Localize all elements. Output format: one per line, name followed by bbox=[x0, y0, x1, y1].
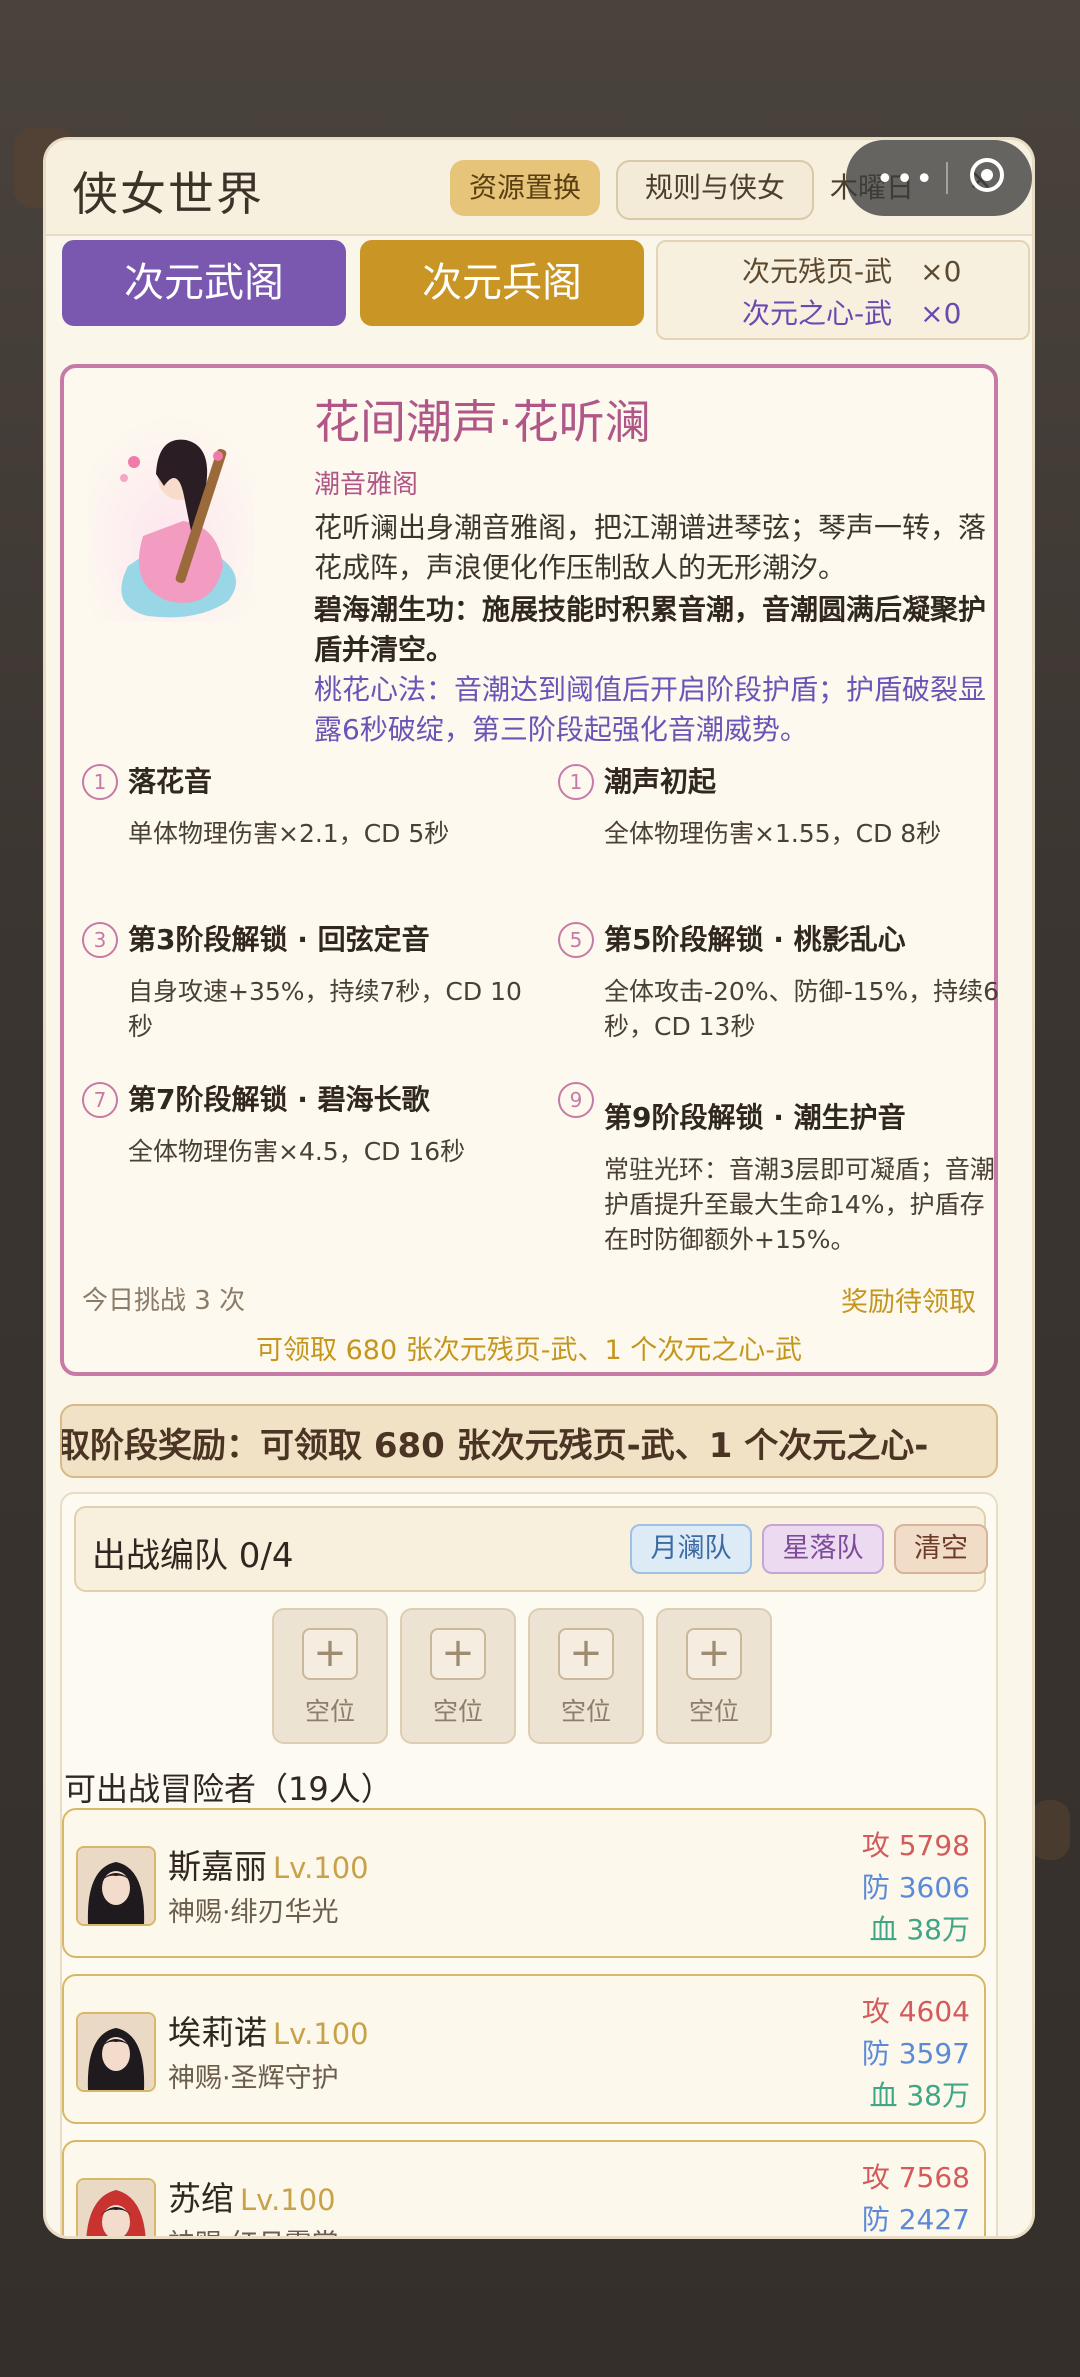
more-icon[interactable]: ••• bbox=[876, 162, 935, 197]
adventurer-attack: 攻 7568 bbox=[861, 2161, 970, 2194]
adventurer-level: Lv.100 bbox=[273, 2017, 369, 2051]
adventurer-title: 神赐·圣辉守护 bbox=[168, 2063, 339, 2094]
empty-slot[interactable]: + 空位 bbox=[656, 1608, 772, 1744]
reward-status-link[interactable]: 奖励待领取 bbox=[841, 1280, 976, 1319]
plus-icon: + bbox=[430, 1628, 486, 1680]
adventurer-name-line: 斯嘉丽 Lv.100 bbox=[168, 1840, 369, 1888]
formation-title: 出战编队 0/4 bbox=[92, 1536, 294, 1576]
skill-name: 潮声初起 bbox=[604, 765, 717, 798]
page-title: 侠女世界 bbox=[72, 167, 264, 221]
adventurer-card[interactable]: 苏绾Lv.100 神赐·红月霓裳 攻 7568 防 2427 bbox=[62, 2140, 986, 2236]
skill-level-badge: 5 bbox=[558, 922, 594, 958]
skill-level-badge: 1 bbox=[82, 764, 118, 800]
reward-banner[interactable]: 取阶段奖励：可领取 680 张次元残页-武、1 个次元之心- bbox=[60, 1404, 998, 1478]
adventurer-avatar bbox=[76, 1846, 156, 1926]
adventurer-level: Lv.100 bbox=[240, 2183, 336, 2217]
skill-level-badge: 3 bbox=[82, 922, 118, 958]
adventurer-name-line: 苏绾 Lv.100 bbox=[168, 2172, 336, 2220]
skill-effect: 全体攻击-20%、防御-15%，持续6秒，CD 13秒 bbox=[604, 977, 1000, 1041]
adventurer-name: 斯嘉丽 bbox=[168, 1847, 267, 1886]
hero-faction: 潮音雅阁 bbox=[314, 470, 419, 500]
slot-label: 空位 bbox=[432, 1697, 483, 1726]
reward-detail: 可领取 680 张次元残页-武、1 个次元之心-武 bbox=[256, 1335, 802, 1366]
available-adventurers-title: 可出战冒险者（19人） bbox=[64, 1770, 393, 1808]
adventurer-avatar bbox=[76, 2012, 156, 2092]
team-section: 出战编队 0/4 月澜队 星落队 清空 + 空位 + 空位 + 空位 + 空位 … bbox=[60, 1492, 998, 2236]
adventurer-attack: 攻 5798 bbox=[861, 1829, 970, 1862]
clear-formation-button[interactable]: 清空 bbox=[894, 1524, 988, 1574]
skill-name: 落花音 bbox=[128, 765, 213, 798]
slot-label: 空位 bbox=[304, 1697, 355, 1726]
skill-name: 第5阶段解锁 · 桃影乱心 bbox=[604, 923, 906, 956]
plus-icon: + bbox=[558, 1628, 614, 1680]
skill-name: 第7阶段解锁 · 碧海长歌 bbox=[128, 1083, 430, 1116]
hero-card: 花间潮声·花听澜 潮音雅阁 花听澜出身潮音雅阁，把江潮谱进琴弦；琴声一转，落花成… bbox=[60, 364, 999, 1376]
skill-effect: 全体物理伤害×1.55，CD 8秒 bbox=[604, 819, 942, 848]
plus-icon: + bbox=[686, 1628, 742, 1680]
adventurer-hp: 血 38万 bbox=[869, 1913, 970, 1946]
skill-effect: 自身攻速+35%，持续7秒，CD 10秒 bbox=[128, 977, 522, 1041]
plus-icon: + bbox=[302, 1628, 358, 1680]
adventurer-level: Lv.100 bbox=[273, 1851, 369, 1885]
tab-wu-pavilion[interactable]: 次元武阁 bbox=[62, 240, 346, 326]
hero-description: 花听澜出身潮音雅阁，把江潮谱进琴弦；琴声一转，落花成阵，声浪便化作压制敌人的无形… bbox=[314, 511, 987, 584]
adventurer-name: 埃莉诺 bbox=[168, 2013, 267, 2052]
background-decoration bbox=[1030, 1800, 1070, 1860]
empty-slot[interactable]: + 空位 bbox=[400, 1608, 516, 1744]
adventurer-defense: 防 2427 bbox=[861, 2203, 970, 2236]
skill-name: 第9阶段解锁 · 潮生护音 bbox=[604, 1101, 906, 1134]
empty-slot[interactable]: + 空位 bbox=[528, 1608, 644, 1744]
skill-level-badge: 7 bbox=[82, 1082, 118, 1118]
skill-effect: 全体物理伤害×4.5，CD 16秒 bbox=[128, 1137, 466, 1166]
banner-text: 取阶段奖励：可领取 680 张次元残页-武、1 个次元之心- bbox=[60, 1426, 929, 1466]
main-panel: 侠女世界 资源置换 规则与侠女 木曜日 × 次元武阁 次元兵阁 次元残页-武 ×… bbox=[46, 140, 1032, 2236]
tab-bing-pavilion[interactable]: 次元兵阁 bbox=[360, 240, 644, 326]
adventurer-defense: 防 3606 bbox=[861, 1871, 970, 1904]
empty-slot[interactable]: + 空位 bbox=[272, 1608, 388, 1744]
inventory-box: 次元残页-武 ×0 次元之心-武 ×0 bbox=[656, 240, 1030, 340]
adventurer-card[interactable]: 埃莉诺 Lv.100 神赐·圣辉守护 攻 4604 防 3597 血 38万 bbox=[62, 1974, 986, 2124]
adventurer-title: 神赐·红月霓裳 bbox=[168, 2222, 339, 2236]
skill-level-badge: 9 bbox=[558, 1082, 594, 1118]
formation-bar: 出战编队 0/4 月澜队 星落队 清空 bbox=[74, 1506, 988, 1592]
preset-moon-team-button[interactable]: 月澜队 bbox=[630, 1524, 752, 1574]
skill-effect: 单体物理伤害×2.1，CD 5秒 bbox=[128, 819, 450, 848]
resource-swap-button[interactable]: 资源置换 bbox=[450, 160, 600, 216]
adventurer-hp: 血 38万 bbox=[869, 2079, 970, 2112]
adventurer-name: 苏绾 bbox=[168, 2179, 234, 2218]
inventory-pages: 次元残页-武 ×0 bbox=[742, 255, 962, 288]
slot-label: 空位 bbox=[688, 1697, 739, 1726]
hero-core-skill: 碧海潮生功：施展技能时积累音潮，音潮圆满后凝聚护盾并清空。 bbox=[314, 593, 987, 666]
slot-label: 空位 bbox=[560, 1697, 611, 1726]
adventurer-name-line: 埃莉诺 Lv.100 bbox=[168, 2006, 369, 2054]
hero-name: 花间潮声·花听澜 bbox=[314, 395, 651, 449]
inventory-hearts: 次元之心-武 ×0 bbox=[742, 297, 962, 330]
skill-effect: 常驻光环：音潮3层即可凝盾；音潮护盾提升至最大生命14%，护盾存在时防御额外+1… bbox=[604, 1155, 995, 1254]
rules-button[interactable]: 规则与侠女 bbox=[616, 160, 814, 220]
adventurer-avatar bbox=[76, 2178, 156, 2236]
skill-name: 第3阶段解锁 · 回弦定音 bbox=[128, 923, 430, 956]
adventurer-attack: 攻 4604 bbox=[861, 1995, 970, 2028]
preset-star-team-button[interactable]: 星落队 bbox=[762, 1524, 884, 1574]
hero-portrait bbox=[88, 416, 254, 622]
hero-mind-skill: 桃花心法：音潮达到阈值后开启阶段护盾；护盾破裂显露6秒破绽，第三阶段起强化音潮威… bbox=[314, 673, 987, 746]
skill-level-badge: 1 bbox=[558, 764, 594, 800]
capsule-divider bbox=[946, 162, 948, 194]
challenge-count: 今日挑战 3 次 bbox=[82, 1286, 246, 1316]
exit-icon[interactable] bbox=[970, 158, 1004, 192]
miniprogram-capsule: ••• bbox=[846, 140, 1032, 216]
adventurer-defense: 防 3597 bbox=[861, 2037, 970, 2070]
adventurer-title: 神赐·绯刃华光 bbox=[168, 1897, 339, 1928]
adventurer-card[interactable]: 斯嘉丽 Lv.100 神赐·绯刃华光 攻 5798 防 3606 血 38万 bbox=[62, 1808, 986, 1958]
